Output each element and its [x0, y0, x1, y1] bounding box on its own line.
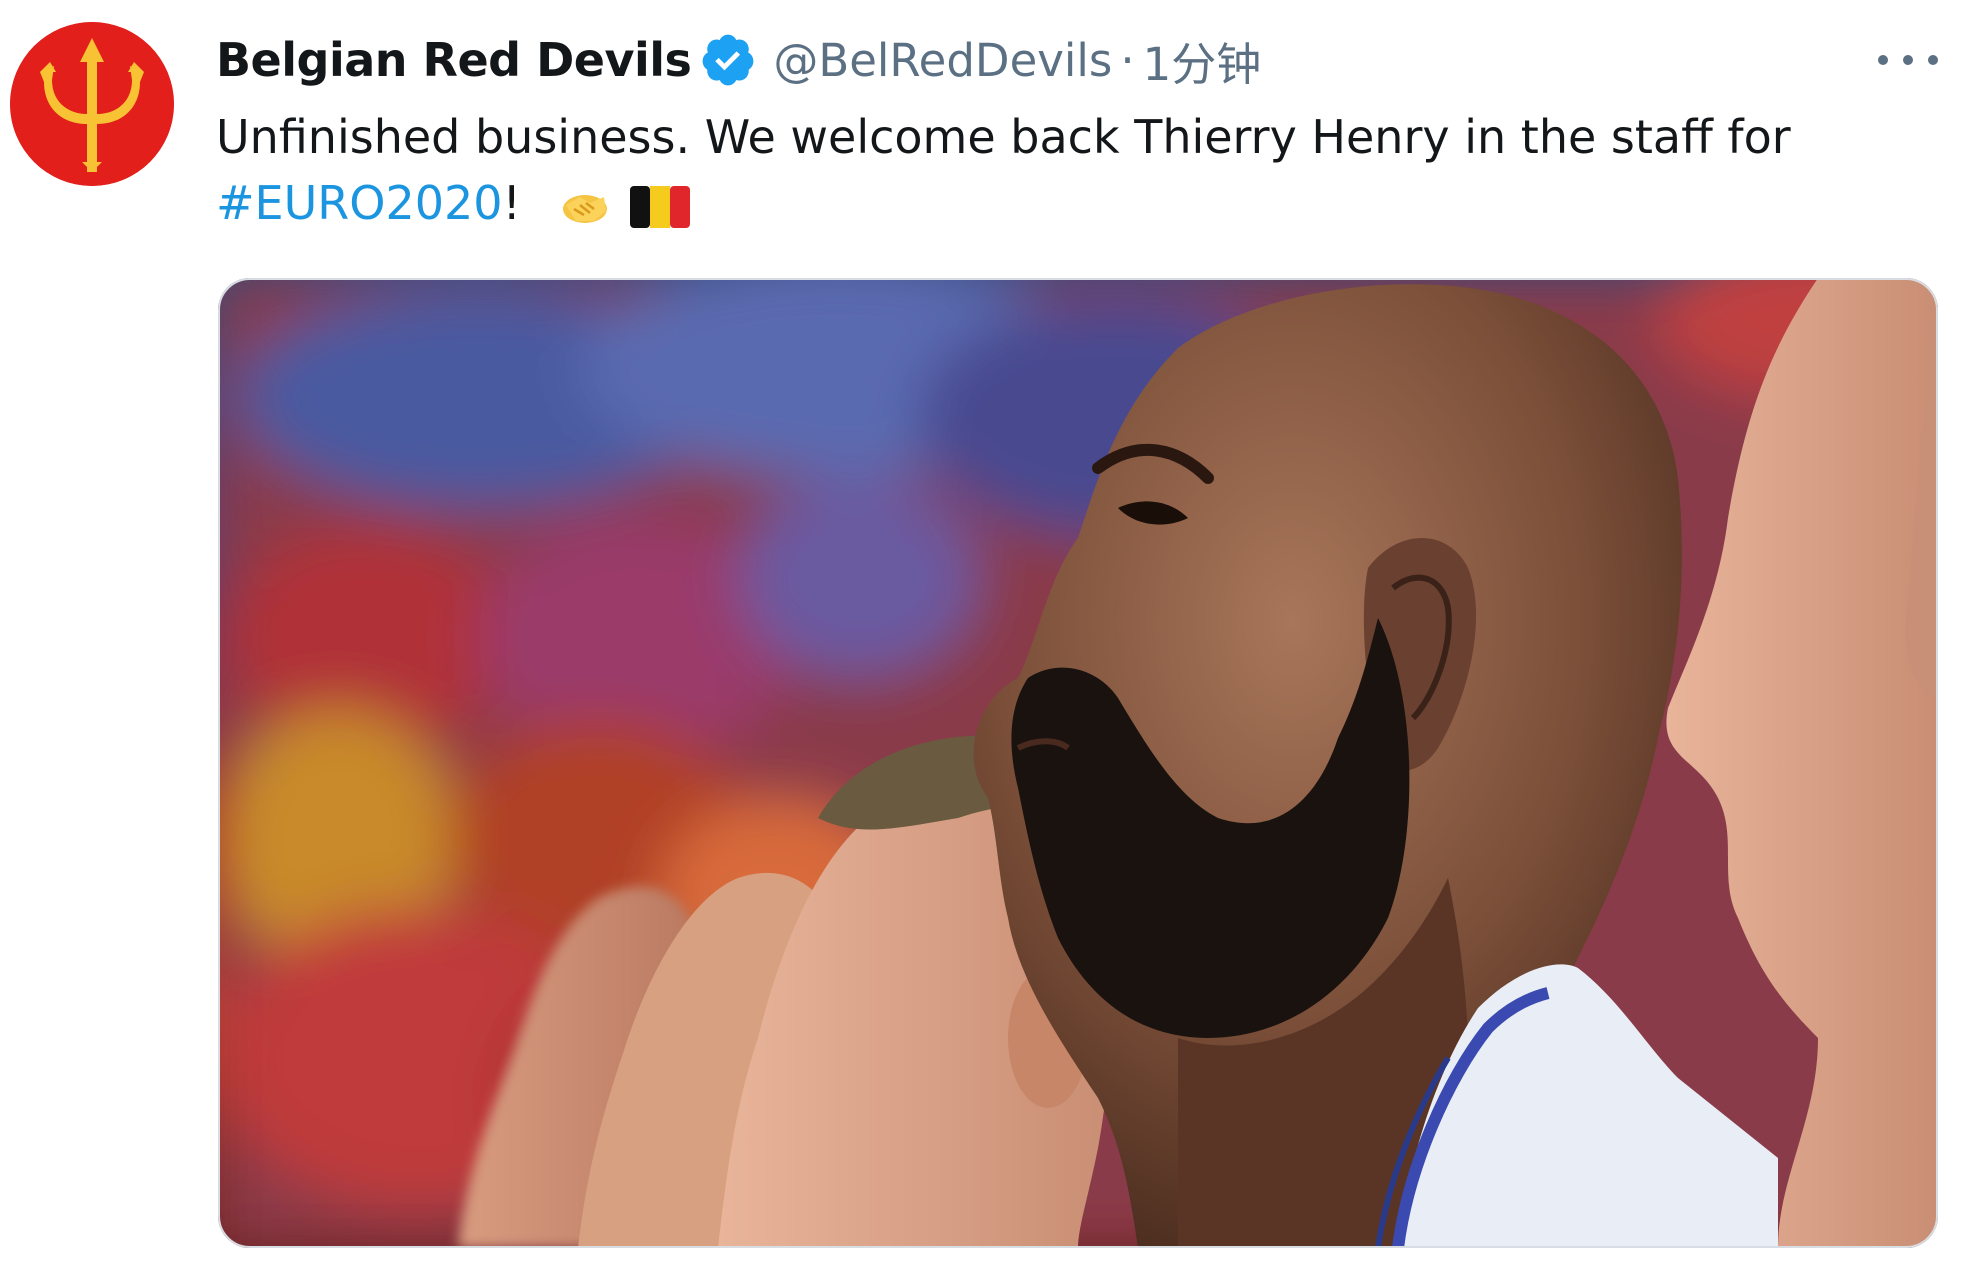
tweet-media-photo[interactable]: [218, 278, 1938, 1248]
trident-logo-icon: [10, 22, 174, 186]
tweet-text-punctuation: !: [502, 176, 521, 230]
tweet-header: Belgian Red Devils @BelRedDevils · 1分钟: [216, 28, 1261, 92]
author-handle[interactable]: @BelRedDevils: [773, 34, 1112, 87]
tweet-timestamp[interactable]: 1分钟: [1143, 28, 1262, 93]
author-avatar[interactable]: [10, 22, 174, 186]
author-display-name[interactable]: Belgian Red Devils: [216, 33, 692, 87]
more-options-icon[interactable]: [1878, 40, 1938, 80]
belgium-flag-emoji-icon: [628, 184, 692, 230]
separator-dot: ·: [1120, 33, 1135, 87]
verified-badge-icon: [699, 31, 757, 89]
hashtag-link[interactable]: #EURO2020: [216, 176, 503, 230]
tweet-text-line: Unfinished business. We welcome back Thi…: [216, 110, 1791, 164]
photo-image: [218, 278, 1938, 1248]
tweet-text: Unfinished business. We welcome back Thi…: [216, 104, 1916, 236]
tweet-card: Belgian Red Devils @BelRedDevils · 1分钟 U…: [0, 0, 1978, 1280]
handshake-emoji-icon: [560, 185, 610, 229]
